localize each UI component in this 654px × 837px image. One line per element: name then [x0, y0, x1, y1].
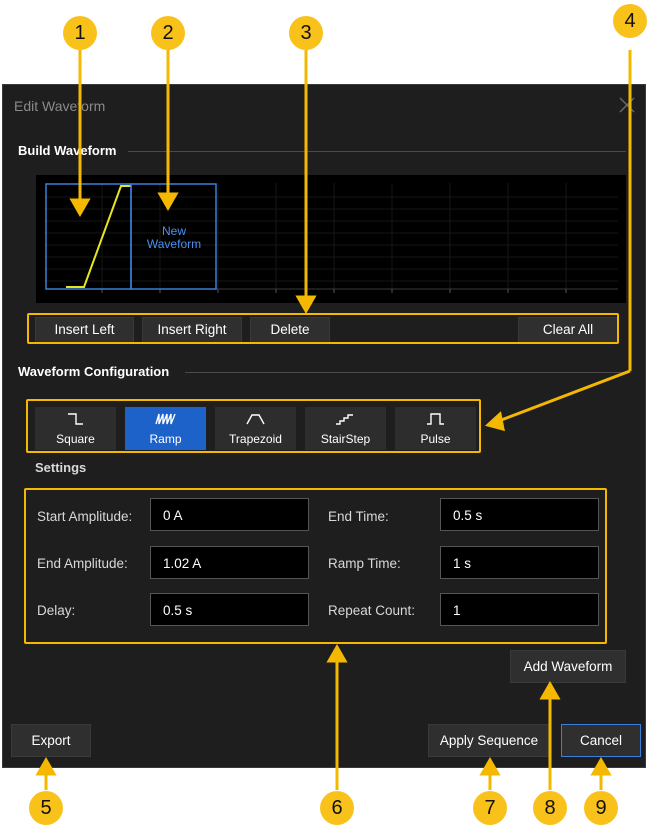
- callout-5: 5: [29, 791, 63, 825]
- callout-4: 4: [613, 4, 647, 38]
- callout-8: 8: [533, 791, 567, 825]
- callout-9: 9: [584, 791, 618, 825]
- callout-arrows: [35, 50, 632, 790]
- callout-7: 7: [473, 791, 507, 825]
- callout-3: 3: [289, 16, 323, 50]
- callout-6: 6: [320, 791, 354, 825]
- callout-2: 2: [151, 16, 185, 50]
- callout-1: 1: [63, 16, 97, 50]
